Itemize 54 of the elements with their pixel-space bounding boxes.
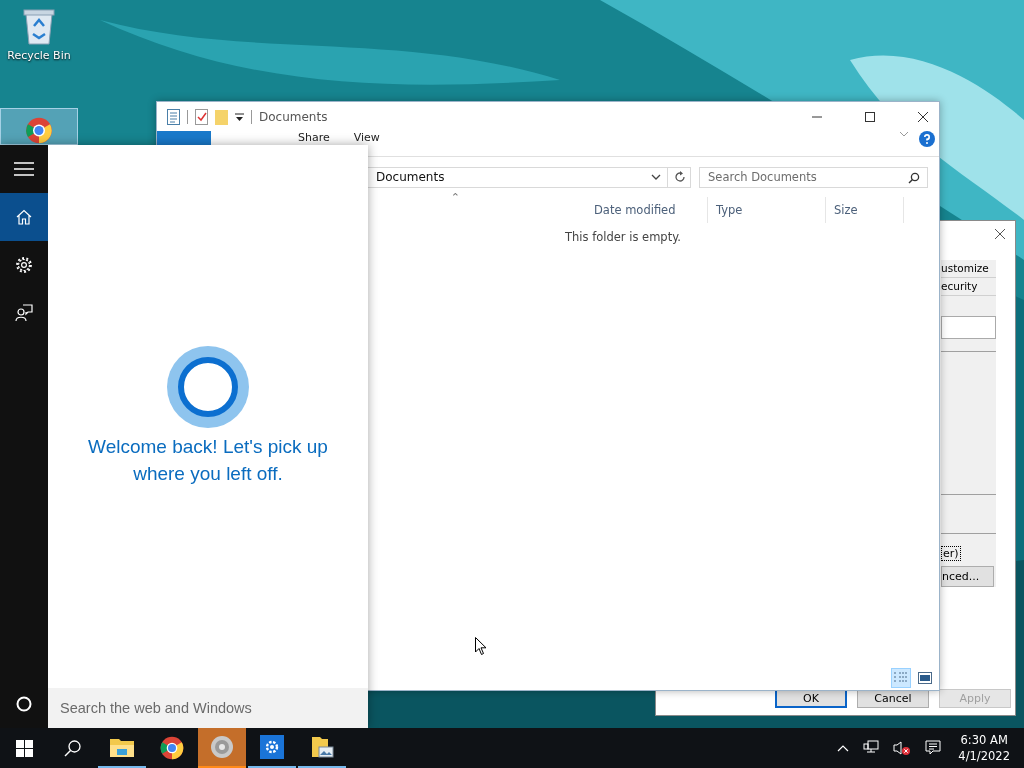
window-title: Documents: [259, 109, 328, 124]
empty-folder-message: This folder is empty.: [565, 230, 681, 244]
settings-icon: [15, 256, 33, 274]
clock[interactable]: 6:30 AM 4/1/2022: [948, 732, 1024, 764]
feedback-icon: [15, 304, 33, 322]
folder-icon: [110, 737, 134, 757]
maximize-icon[interactable]: [864, 110, 876, 123]
greeting-text: Welcome back! Let's pick up where you left off.: [87, 435, 329, 486]
column-header[interactable]: Date modified: [586, 197, 708, 223]
chevron-down-icon[interactable]: [651, 174, 661, 180]
folder-picture-icon: [310, 735, 334, 759]
chrome-icon: [160, 736, 184, 760]
home-icon: [16, 209, 32, 225]
close-icon[interactable]: [994, 228, 1006, 240]
column-header[interactable]: Type: [708, 197, 826, 223]
divider-line: [941, 494, 996, 495]
cortana-icon[interactable]: [16, 696, 32, 712]
properties-icon[interactable]: [167, 108, 180, 125]
address-path: Documents: [375, 170, 445, 184]
text-field[interactable]: [941, 316, 996, 339]
notification-icon[interactable]: [925, 740, 942, 756]
divider-line: [941, 533, 996, 534]
column-header[interactable]: Size: [826, 197, 904, 223]
search-icon: [908, 171, 920, 184]
search-icon: [63, 739, 81, 757]
volume-icon[interactable]: [893, 740, 912, 756]
address-bar[interactable]: Documents: [365, 166, 691, 188]
network-icon[interactable]: [863, 740, 880, 756]
help-icon[interactable]: [919, 131, 935, 147]
mouse-cursor-icon: [475, 637, 487, 656]
ribbon-tab[interactable]: Share: [291, 131, 337, 144]
sort-indicator[interactable]: ⌃: [450, 191, 460, 204]
icon-label: Recycle Bin: [7, 49, 71, 62]
details-list-icon: [893, 671, 909, 685]
cortana-ring-icon: [166, 345, 250, 429]
divider-line: [941, 351, 996, 352]
dropdown-icon[interactable]: [235, 112, 244, 121]
search-field[interactable]: Search the web and Windows: [48, 688, 368, 728]
speaker-icon: [210, 735, 234, 759]
checkbox-label[interactable]: er): [941, 546, 961, 561]
speaker-muted-icon: [893, 740, 912, 756]
refresh-icon[interactable]: [674, 171, 686, 183]
image-icon: [918, 672, 932, 684]
checkmark-icon[interactable]: [195, 108, 208, 125]
gear-icon: [260, 735, 284, 759]
close-icon[interactable]: [917, 110, 929, 123]
advanced-button[interactable]: nced...: [941, 566, 994, 587]
desktop-icon[interactable]: Recycle Bin: [0, 6, 78, 76]
menu-icon: [14, 162, 34, 176]
recycle-bin-icon: [21, 6, 57, 46]
ribbon-tab[interactable]: View: [346, 131, 387, 144]
search-field[interactable]: Search Documents: [699, 166, 928, 188]
chevron-up-icon[interactable]: [837, 744, 850, 752]
windows-icon: [15, 739, 33, 757]
